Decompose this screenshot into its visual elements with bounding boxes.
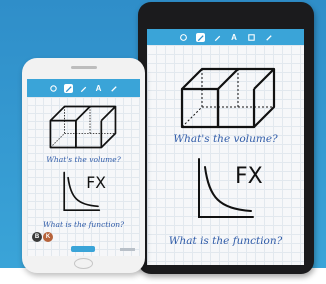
function-question: What is the function? <box>168 235 283 247</box>
cuboid-drawing <box>180 67 276 129</box>
undo-icon[interactable] <box>264 33 273 42</box>
phone-device: A What's the volume? FX What is the func… <box>22 58 145 273</box>
phone-screen: A What's the volume? FX What is the func… <box>27 79 140 256</box>
avatar[interactable]: K <box>43 232 53 242</box>
undo-icon[interactable] <box>109 84 118 93</box>
tablet-toolbar: A <box>147 29 304 45</box>
promo-scene: A What's the volume? FX What is the func… <box>0 0 326 284</box>
cuboid-drawing <box>49 105 117 149</box>
avatar-initial: K <box>45 234 51 240</box>
phone-page-indicator[interactable] <box>71 246 95 252</box>
avatar-initial: B <box>34 234 40 240</box>
text-tool-label: A <box>231 32 237 42</box>
fx-label: FX <box>235 164 263 189</box>
select-icon[interactable] <box>179 33 188 42</box>
phone-speaker <box>71 66 97 69</box>
tablet-screen: A What's the volume? FX What is the func… <box>147 29 304 265</box>
fx-label: FX <box>86 174 106 192</box>
text-tool-label: A <box>95 83 102 93</box>
volume-question: What's the volume? <box>173 133 278 145</box>
home-button[interactable] <box>74 258 93 269</box>
pen-icon[interactable] <box>195 32 205 42</box>
function-question: What is the function? <box>42 220 125 229</box>
highlighter-icon[interactable] <box>213 33 222 42</box>
pen-icon[interactable] <box>64 83 73 93</box>
tablet-canvas[interactable]: What's the volume? FX What is the functi… <box>147 45 304 265</box>
shape-icon[interactable] <box>247 33 256 42</box>
function-graph-drawing: FX <box>198 158 263 218</box>
function-graph-drawing: FX <box>63 171 106 212</box>
volume-question: What's the volume? <box>46 155 121 164</box>
highlighter-icon[interactable] <box>79 84 88 93</box>
phone-toolbar: A <box>27 79 140 97</box>
tablet-device: A What's the volume? FX What is the func… <box>138 2 314 274</box>
text-tool-icon[interactable]: A <box>230 33 239 42</box>
select-icon[interactable] <box>49 84 58 93</box>
avatar[interactable]: B <box>32 232 42 242</box>
phone-page-count <box>120 248 135 251</box>
text-tool-icon[interactable]: A <box>94 84 103 93</box>
